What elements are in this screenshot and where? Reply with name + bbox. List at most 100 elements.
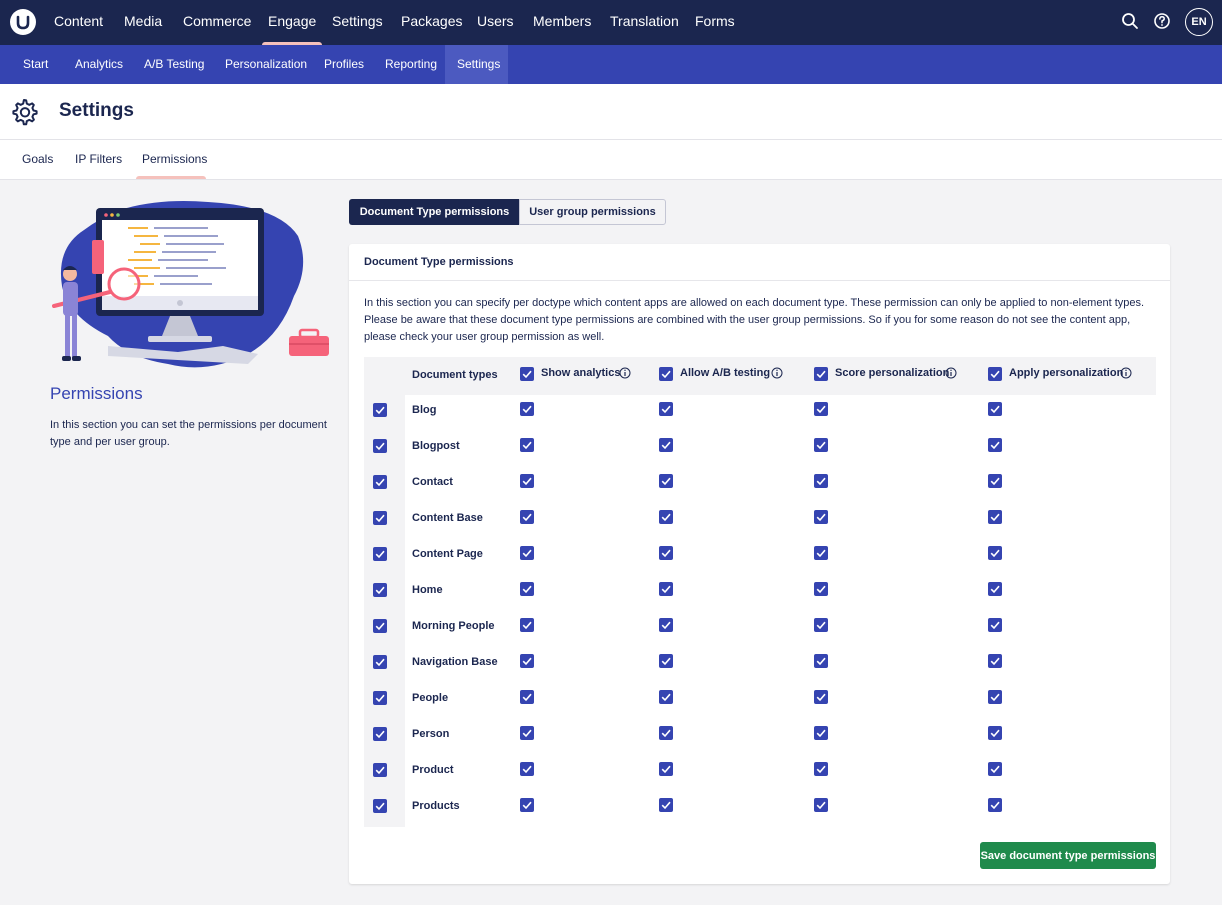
info-icon[interactable] (619, 367, 631, 379)
document-type-permissions-toggle[interactable]: Document Type permissions (349, 199, 520, 225)
score-personalization-checkbox[interactable] (814, 402, 828, 416)
row-select-checkbox[interactable] (373, 655, 387, 669)
row-select-checkbox[interactable] (373, 619, 387, 633)
allow-ab-checkbox[interactable] (659, 762, 673, 776)
apply-personalization-checkbox[interactable] (988, 402, 1002, 416)
allow-ab-checkbox[interactable] (659, 798, 673, 812)
show-analytics-checkbox[interactable] (520, 654, 534, 668)
show-analytics-checkbox[interactable] (520, 474, 534, 488)
apply-personalization-checkbox[interactable] (988, 762, 1002, 776)
show-analytics-checkbox[interactable] (520, 690, 534, 704)
tab-permissions[interactable]: Permissions (142, 152, 207, 166)
score-personalization-checkbox[interactable] (814, 726, 828, 740)
row-select-checkbox[interactable] (373, 439, 387, 453)
subnav-personalization[interactable]: Personalization (225, 45, 307, 84)
apply-personalization-checkbox[interactable] (988, 654, 1002, 668)
topnav-engage[interactable]: Engage (261, 0, 323, 45)
subnav-settings[interactable]: Settings (457, 45, 500, 84)
row-select-checkbox[interactable] (373, 547, 387, 561)
active-tab-indicator (136, 176, 206, 179)
topnav-media[interactable]: Media (124, 0, 162, 45)
topnav-translation[interactable]: Translation (610, 0, 679, 45)
topnav-content[interactable]: Content (54, 0, 103, 45)
score-personalization-checkbox[interactable] (814, 762, 828, 776)
info-icon[interactable] (945, 367, 957, 379)
topnav-forms[interactable]: Forms (695, 0, 735, 45)
score-personalization-checkbox[interactable] (814, 798, 828, 812)
subnav-start[interactable]: Start (23, 45, 48, 84)
apply-personalization-checkbox[interactable] (988, 582, 1002, 596)
show-analytics-checkbox[interactable] (520, 726, 534, 740)
apply-personalization-checkbox[interactable] (988, 726, 1002, 740)
apply-personalization-checkbox[interactable] (988, 690, 1002, 704)
subnav-analytics[interactable]: Analytics (75, 45, 123, 84)
apply-personalization-checkbox[interactable] (988, 474, 1002, 488)
allow-ab-checkbox[interactable] (659, 474, 673, 488)
save-document-type-permissions-button[interactable]: Save document type permissions (980, 842, 1156, 869)
search-icon[interactable] (1121, 12, 1139, 30)
apply-personalization-checkbox[interactable] (988, 618, 1002, 632)
show-analytics-checkbox[interactable] (520, 438, 534, 452)
user-avatar[interactable]: EN (1185, 8, 1213, 36)
select-all-show-analytics-checkbox[interactable] (520, 367, 534, 381)
score-personalization-checkbox[interactable] (814, 582, 828, 596)
column-allow-ab-testing: Allow A/B testing (680, 367, 771, 379)
score-personalization-checkbox[interactable] (814, 474, 828, 488)
apply-personalization-checkbox[interactable] (988, 510, 1002, 524)
allow-ab-checkbox[interactable] (659, 546, 673, 560)
show-analytics-checkbox[interactable] (520, 402, 534, 416)
document-type-label: Product (412, 764, 454, 776)
allow-ab-checkbox[interactable] (659, 510, 673, 524)
score-personalization-checkbox[interactable] (814, 618, 828, 632)
row-select-checkbox[interactable] (373, 799, 387, 813)
row-select-checkbox[interactable] (373, 727, 387, 741)
topnav-commerce[interactable]: Commerce (183, 0, 251, 45)
allow-ab-checkbox[interactable] (659, 726, 673, 740)
show-analytics-checkbox[interactable] (520, 582, 534, 596)
score-personalization-checkbox[interactable] (814, 510, 828, 524)
allow-ab-checkbox[interactable] (659, 690, 673, 704)
info-icon[interactable] (771, 367, 783, 379)
allow-ab-checkbox[interactable] (659, 654, 673, 668)
apply-personalization-checkbox[interactable] (988, 438, 1002, 452)
apply-personalization-checkbox[interactable] (988, 546, 1002, 560)
show-analytics-checkbox[interactable] (520, 546, 534, 560)
info-icon[interactable] (1120, 367, 1132, 379)
score-personalization-checkbox[interactable] (814, 546, 828, 560)
apply-personalization-checkbox[interactable] (988, 798, 1002, 812)
topnav-packages[interactable]: Packages (401, 0, 462, 45)
allow-ab-checkbox[interactable] (659, 438, 673, 452)
row-select-checkbox[interactable] (373, 583, 387, 597)
allow-ab-checkbox[interactable] (659, 618, 673, 632)
row-select-checkbox[interactable] (373, 511, 387, 525)
allow-ab-checkbox[interactable] (659, 402, 673, 416)
topnav-members[interactable]: Members (533, 0, 591, 45)
topnav-settings[interactable]: Settings (332, 0, 383, 45)
show-analytics-checkbox[interactable] (520, 618, 534, 632)
show-analytics-checkbox[interactable] (520, 798, 534, 812)
subnav-profiles[interactable]: Profiles (324, 45, 364, 84)
score-personalization-checkbox[interactable] (814, 690, 828, 704)
allow-ab-checkbox[interactable] (659, 582, 673, 596)
row-select-checkbox[interactable] (373, 763, 387, 777)
row-select-checkbox[interactable] (373, 691, 387, 705)
topnav-users[interactable]: Users (477, 0, 514, 45)
show-analytics-checkbox[interactable] (520, 762, 534, 776)
tab-ip-filters[interactable]: IP Filters (75, 152, 122, 166)
select-all-apply-personalization-checkbox[interactable] (988, 367, 1002, 381)
document-type-label: Morning People (412, 620, 495, 632)
subnav-ab-testing[interactable]: A/B Testing (144, 45, 204, 84)
document-type-label: Products (412, 800, 460, 812)
show-analytics-checkbox[interactable] (520, 510, 534, 524)
select-all-score-personalization-checkbox[interactable] (814, 367, 828, 381)
row-select-checkbox[interactable] (373, 403, 387, 417)
user-group-permissions-toggle[interactable]: User group permissions (519, 199, 666, 225)
help-icon[interactable] (1153, 12, 1171, 30)
score-personalization-checkbox[interactable] (814, 438, 828, 452)
subnav-reporting[interactable]: Reporting (385, 45, 437, 84)
umbraco-logo-icon[interactable] (10, 9, 36, 35)
select-all-allow-ab-checkbox[interactable] (659, 367, 673, 381)
row-select-checkbox[interactable] (373, 475, 387, 489)
tab-goals[interactable]: Goals (22, 152, 53, 166)
score-personalization-checkbox[interactable] (814, 654, 828, 668)
